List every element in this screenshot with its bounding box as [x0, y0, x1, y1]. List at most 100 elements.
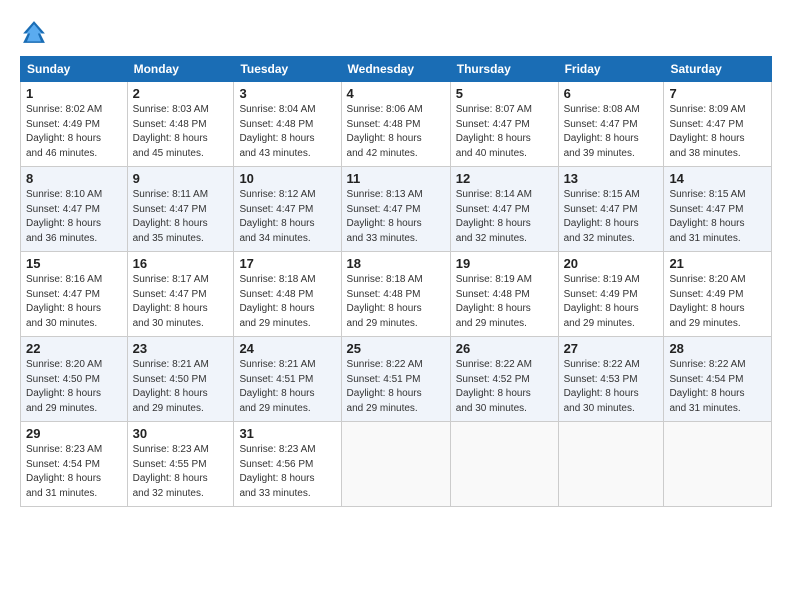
day-number: 29	[26, 426, 122, 441]
sunset-value: 4:55 PM	[169, 459, 206, 470]
day-number: 20	[564, 256, 659, 271]
sunset-value: 4:54 PM	[706, 374, 743, 385]
header-sunday: Sunday	[21, 57, 128, 82]
daylight-label: Daylight: 8 hours and 32 minutes.	[456, 218, 531, 244]
day-info: Sunrise: 8:06 AM Sunset: 4:48 PM Dayligh…	[347, 103, 445, 161]
table-row	[558, 422, 664, 507]
day-number: 8	[26, 171, 122, 186]
day-number: 19	[456, 256, 553, 271]
sunrise-label: Sunrise:	[669, 274, 708, 285]
day-number: 2	[133, 86, 229, 101]
calendar-week-row: 15 Sunrise: 8:16 AM Sunset: 4:47 PM Dayl…	[21, 252, 772, 337]
sunset-label: Sunset:	[26, 289, 63, 300]
day-info: Sunrise: 8:13 AM Sunset: 4:47 PM Dayligh…	[347, 188, 445, 246]
daylight-label: Daylight: 8 hours and 33 minutes.	[347, 218, 422, 244]
day-number: 9	[133, 171, 229, 186]
daylight-label: Daylight: 8 hours and 29 minutes.	[26, 388, 101, 414]
day-info: Sunrise: 8:17 AM Sunset: 4:47 PM Dayligh…	[133, 273, 229, 331]
sunset-label: Sunset:	[564, 374, 601, 385]
sunset-label: Sunset:	[239, 204, 276, 215]
day-info: Sunrise: 8:20 AM Sunset: 4:49 PM Dayligh…	[669, 273, 766, 331]
logo-icon	[20, 18, 48, 46]
daylight-label: Daylight: 8 hours and 32 minutes.	[133, 473, 208, 499]
day-info: Sunrise: 8:21 AM Sunset: 4:50 PM Dayligh…	[133, 358, 229, 416]
table-row: 6 Sunrise: 8:08 AM Sunset: 4:47 PM Dayli…	[558, 82, 664, 167]
sunset-label: Sunset:	[133, 204, 170, 215]
calendar-week-row: 22 Sunrise: 8:20 AM Sunset: 4:50 PM Dayl…	[21, 337, 772, 422]
calendar-week-row: 29 Sunrise: 8:23 AM Sunset: 4:54 PM Dayl…	[21, 422, 772, 507]
daylight-label: Daylight: 8 hours and 29 minutes.	[564, 303, 639, 329]
day-info: Sunrise: 8:18 AM Sunset: 4:48 PM Dayligh…	[347, 273, 445, 331]
day-info: Sunrise: 8:02 AM Sunset: 4:49 PM Dayligh…	[26, 103, 122, 161]
sunrise-value: 8:22 AM	[709, 359, 746, 370]
sunset-label: Sunset:	[347, 119, 384, 130]
sunrise-value: 8:22 AM	[495, 359, 532, 370]
sunrise-label: Sunrise:	[347, 274, 386, 285]
sunrise-label: Sunrise:	[669, 189, 708, 200]
day-number: 3	[239, 86, 335, 101]
table-row: 24 Sunrise: 8:21 AM Sunset: 4:51 PM Dayl…	[234, 337, 341, 422]
table-row: 23 Sunrise: 8:21 AM Sunset: 4:50 PM Dayl…	[127, 337, 234, 422]
day-number: 18	[347, 256, 445, 271]
table-row: 15 Sunrise: 8:16 AM Sunset: 4:47 PM Dayl…	[21, 252, 128, 337]
daylight-label: Daylight: 8 hours and 30 minutes.	[456, 388, 531, 414]
sunrise-label: Sunrise:	[564, 274, 603, 285]
sunset-value: 4:47 PM	[492, 119, 529, 130]
sunset-value: 4:48 PM	[383, 289, 420, 300]
sunset-label: Sunset:	[347, 374, 384, 385]
sunset-label: Sunset:	[456, 374, 493, 385]
daylight-label: Daylight: 8 hours and 35 minutes.	[133, 218, 208, 244]
table-row: 3 Sunrise: 8:04 AM Sunset: 4:48 PM Dayli…	[234, 82, 341, 167]
day-number: 6	[564, 86, 659, 101]
sunrise-value: 8:18 AM	[386, 274, 423, 285]
table-row: 18 Sunrise: 8:18 AM Sunset: 4:48 PM Dayl…	[341, 252, 450, 337]
day-number: 17	[239, 256, 335, 271]
day-number: 21	[669, 256, 766, 271]
table-row: 28 Sunrise: 8:22 AM Sunset: 4:54 PM Dayl…	[664, 337, 772, 422]
sunrise-label: Sunrise:	[239, 274, 278, 285]
sunset-value: 4:48 PM	[169, 119, 206, 130]
day-number: 4	[347, 86, 445, 101]
table-row	[450, 422, 558, 507]
sunrise-value: 8:17 AM	[172, 274, 209, 285]
sunrise-label: Sunrise:	[26, 274, 65, 285]
day-info: Sunrise: 8:10 AM Sunset: 4:47 PM Dayligh…	[26, 188, 122, 246]
sunrise-value: 8:13 AM	[386, 189, 423, 200]
table-row: 31 Sunrise: 8:23 AM Sunset: 4:56 PM Dayl…	[234, 422, 341, 507]
sunrise-value: 8:15 AM	[603, 189, 640, 200]
header-tuesday: Tuesday	[234, 57, 341, 82]
sunset-label: Sunset:	[669, 289, 706, 300]
day-info: Sunrise: 8:22 AM Sunset: 4:54 PM Dayligh…	[669, 358, 766, 416]
day-number: 11	[347, 171, 445, 186]
sunset-label: Sunset:	[564, 204, 601, 215]
sunrise-value: 8:10 AM	[65, 189, 102, 200]
daylight-label: Daylight: 8 hours and 29 minutes.	[456, 303, 531, 329]
day-info: Sunrise: 8:19 AM Sunset: 4:49 PM Dayligh…	[564, 273, 659, 331]
sunset-value: 4:53 PM	[600, 374, 637, 385]
day-number: 5	[456, 86, 553, 101]
sunset-label: Sunset:	[26, 204, 63, 215]
table-row: 12 Sunrise: 8:14 AM Sunset: 4:47 PM Dayl…	[450, 167, 558, 252]
sunset-value: 4:50 PM	[169, 374, 206, 385]
day-number: 22	[26, 341, 122, 356]
sunrise-label: Sunrise:	[456, 359, 495, 370]
day-number: 25	[347, 341, 445, 356]
sunset-value: 4:47 PM	[169, 204, 206, 215]
day-info: Sunrise: 8:16 AM Sunset: 4:47 PM Dayligh…	[26, 273, 122, 331]
day-info: Sunrise: 8:22 AM Sunset: 4:52 PM Dayligh…	[456, 358, 553, 416]
sunrise-value: 8:19 AM	[603, 274, 640, 285]
sunset-value: 4:47 PM	[706, 204, 743, 215]
sunrise-label: Sunrise:	[133, 274, 172, 285]
sunrise-label: Sunrise:	[669, 359, 708, 370]
sunrise-value: 8:15 AM	[709, 189, 746, 200]
sunrise-label: Sunrise:	[239, 444, 278, 455]
sunrise-label: Sunrise:	[133, 359, 172, 370]
sunset-label: Sunset:	[347, 204, 384, 215]
sunrise-value: 8:20 AM	[65, 359, 102, 370]
day-info: Sunrise: 8:09 AM Sunset: 4:47 PM Dayligh…	[669, 103, 766, 161]
page: Sunday Monday Tuesday Wednesday Thursday…	[0, 0, 792, 612]
header-thursday: Thursday	[450, 57, 558, 82]
logo	[20, 18, 50, 46]
daylight-label: Daylight: 8 hours and 30 minutes.	[564, 388, 639, 414]
day-number: 16	[133, 256, 229, 271]
